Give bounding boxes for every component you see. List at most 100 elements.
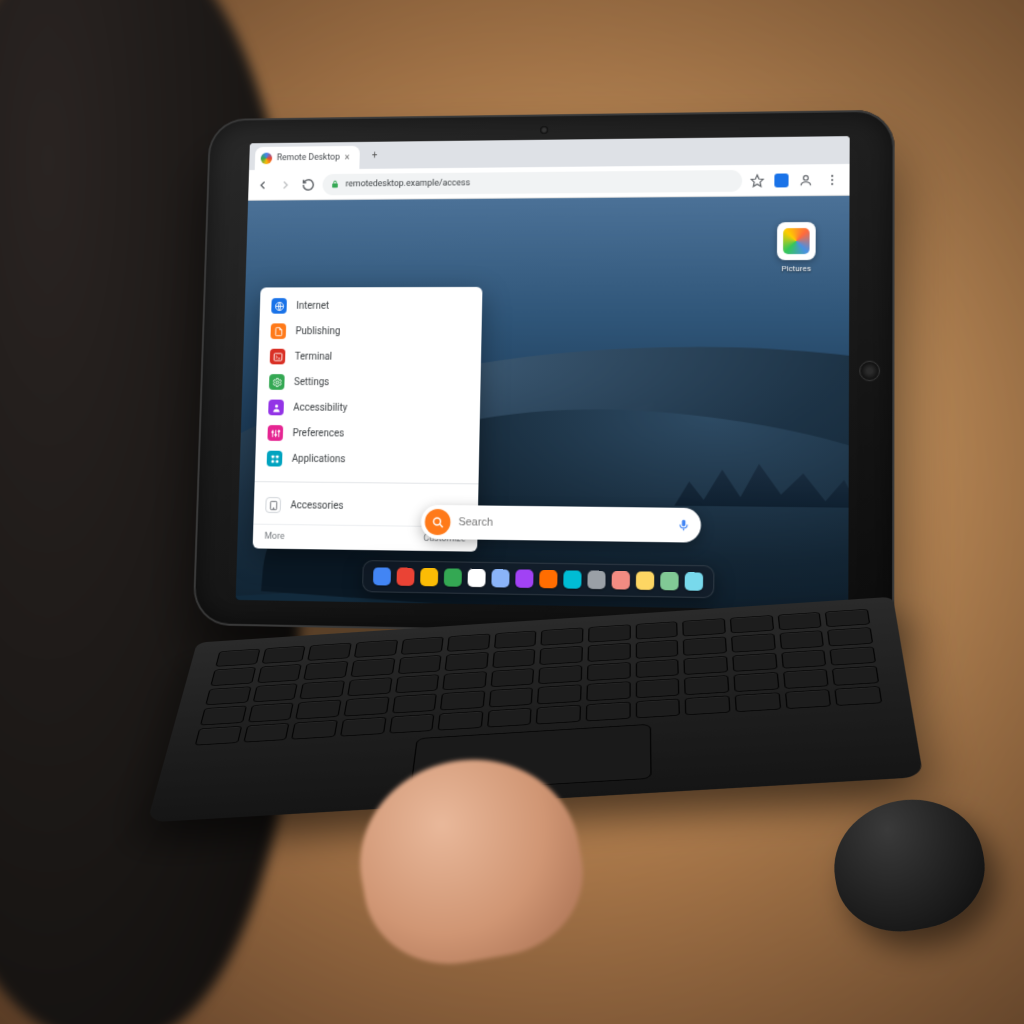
launcher-item-publishing[interactable]: Publishing bbox=[259, 318, 482, 344]
key[interactable] bbox=[210, 667, 255, 686]
key[interactable] bbox=[732, 653, 777, 672]
key[interactable] bbox=[389, 714, 435, 734]
key[interactable] bbox=[215, 649, 260, 667]
key[interactable] bbox=[540, 646, 583, 665]
key[interactable] bbox=[291, 720, 337, 740]
back-icon[interactable] bbox=[254, 176, 272, 193]
key[interactable] bbox=[730, 615, 774, 633]
key[interactable] bbox=[588, 624, 630, 642]
desktop-shortcut[interactable]: Pictures bbox=[770, 222, 823, 273]
launcher-item-preferences[interactable]: Preferences bbox=[256, 420, 480, 447]
key[interactable] bbox=[438, 711, 483, 731]
key[interactable] bbox=[296, 700, 342, 719]
key[interactable] bbox=[825, 609, 870, 627]
key[interactable] bbox=[777, 612, 821, 630]
key[interactable] bbox=[440, 691, 485, 710]
dock-app-icon[interactable] bbox=[685, 572, 704, 591]
key[interactable] bbox=[492, 649, 535, 668]
key[interactable] bbox=[252, 683, 298, 702]
key[interactable] bbox=[350, 658, 394, 677]
key[interactable] bbox=[781, 650, 827, 669]
dock-app-icon[interactable] bbox=[612, 571, 630, 590]
key[interactable] bbox=[304, 661, 349, 680]
home-button[interactable] bbox=[859, 361, 880, 381]
key[interactable] bbox=[735, 692, 781, 712]
key[interactable] bbox=[354, 640, 398, 658]
key[interactable] bbox=[785, 689, 832, 709]
key[interactable] bbox=[443, 671, 487, 690]
dock-app-icon[interactable] bbox=[491, 569, 509, 588]
dock-app-icon[interactable] bbox=[515, 569, 533, 588]
reload-icon[interactable] bbox=[300, 176, 318, 193]
key[interactable] bbox=[636, 640, 679, 659]
key[interactable] bbox=[731, 634, 775, 653]
dock-app-icon[interactable] bbox=[373, 567, 391, 585]
launcher-item-accessibility[interactable]: Accessibility bbox=[257, 395, 481, 422]
key[interactable] bbox=[261, 646, 305, 664]
key[interactable] bbox=[398, 655, 442, 674]
key[interactable] bbox=[734, 672, 779, 692]
extension-icon[interactable] bbox=[774, 173, 788, 187]
key[interactable] bbox=[340, 717, 386, 737]
microphone-icon[interactable] bbox=[676, 518, 694, 532]
key[interactable] bbox=[300, 680, 345, 699]
dock-app-icon[interactable] bbox=[636, 571, 654, 590]
key[interactable] bbox=[489, 688, 534, 707]
key[interactable] bbox=[200, 706, 246, 725]
key[interactable] bbox=[536, 705, 581, 725]
dock-app-icon[interactable] bbox=[420, 568, 438, 586]
account-icon[interactable] bbox=[797, 171, 815, 189]
desktop-search-bar[interactable] bbox=[421, 505, 702, 543]
key[interactable] bbox=[243, 723, 290, 743]
key[interactable] bbox=[685, 695, 730, 715]
browser-tab-active[interactable]: Remote Desktop × bbox=[255, 146, 360, 170]
key[interactable] bbox=[307, 643, 351, 661]
key[interactable] bbox=[344, 697, 390, 716]
key[interactable] bbox=[257, 664, 302, 683]
key[interactable] bbox=[491, 668, 535, 687]
key[interactable] bbox=[827, 627, 873, 646]
key[interactable] bbox=[445, 652, 489, 671]
launcher-item-settings[interactable]: Settings bbox=[257, 369, 481, 395]
key[interactable] bbox=[447, 634, 490, 652]
key[interactable] bbox=[538, 685, 582, 704]
dock-app-icon[interactable] bbox=[587, 571, 605, 590]
key[interactable] bbox=[541, 628, 584, 646]
key[interactable] bbox=[783, 669, 829, 689]
key[interactable] bbox=[587, 681, 631, 700]
dock-app-icon[interactable] bbox=[563, 570, 581, 589]
key[interactable] bbox=[395, 674, 440, 693]
launcher-footer-left[interactable]: More bbox=[264, 532, 284, 542]
key[interactable] bbox=[494, 631, 537, 649]
address-bar[interactable]: remotedesktop.example/access bbox=[322, 169, 742, 194]
dock-app-icon[interactable] bbox=[660, 572, 679, 591]
key[interactable] bbox=[636, 621, 679, 639]
kebab-menu-icon[interactable] bbox=[823, 170, 841, 188]
dock-app-icon[interactable] bbox=[396, 568, 414, 586]
dock-app-icon[interactable] bbox=[539, 570, 557, 589]
key[interactable] bbox=[539, 665, 583, 684]
key[interactable] bbox=[636, 678, 680, 697]
key[interactable] bbox=[835, 686, 882, 706]
key[interactable] bbox=[685, 675, 730, 695]
key[interactable] bbox=[392, 694, 437, 713]
key[interactable] bbox=[586, 701, 630, 721]
bookmark-star-icon[interactable] bbox=[748, 171, 766, 189]
launcher-item-terminal[interactable]: Terminal bbox=[258, 344, 481, 370]
key[interactable] bbox=[683, 618, 726, 636]
remote-desktop-viewport[interactable]: Pictures InternetPublishingTerminalSetti… bbox=[236, 196, 850, 611]
dock-app-icon[interactable] bbox=[444, 568, 462, 586]
launcher-item-internet[interactable]: Internet bbox=[260, 293, 483, 319]
launcher-item-applications[interactable]: Applications bbox=[255, 446, 479, 474]
key[interactable] bbox=[830, 646, 876, 665]
key[interactable] bbox=[205, 686, 251, 705]
key[interactable] bbox=[779, 631, 824, 650]
search-input[interactable] bbox=[458, 516, 668, 531]
new-tab-button[interactable]: + bbox=[365, 146, 385, 165]
key[interactable] bbox=[588, 643, 631, 662]
key[interactable] bbox=[347, 677, 392, 696]
key[interactable] bbox=[832, 666, 879, 686]
key[interactable] bbox=[195, 726, 242, 746]
key[interactable] bbox=[636, 659, 680, 678]
key[interactable] bbox=[248, 703, 294, 722]
